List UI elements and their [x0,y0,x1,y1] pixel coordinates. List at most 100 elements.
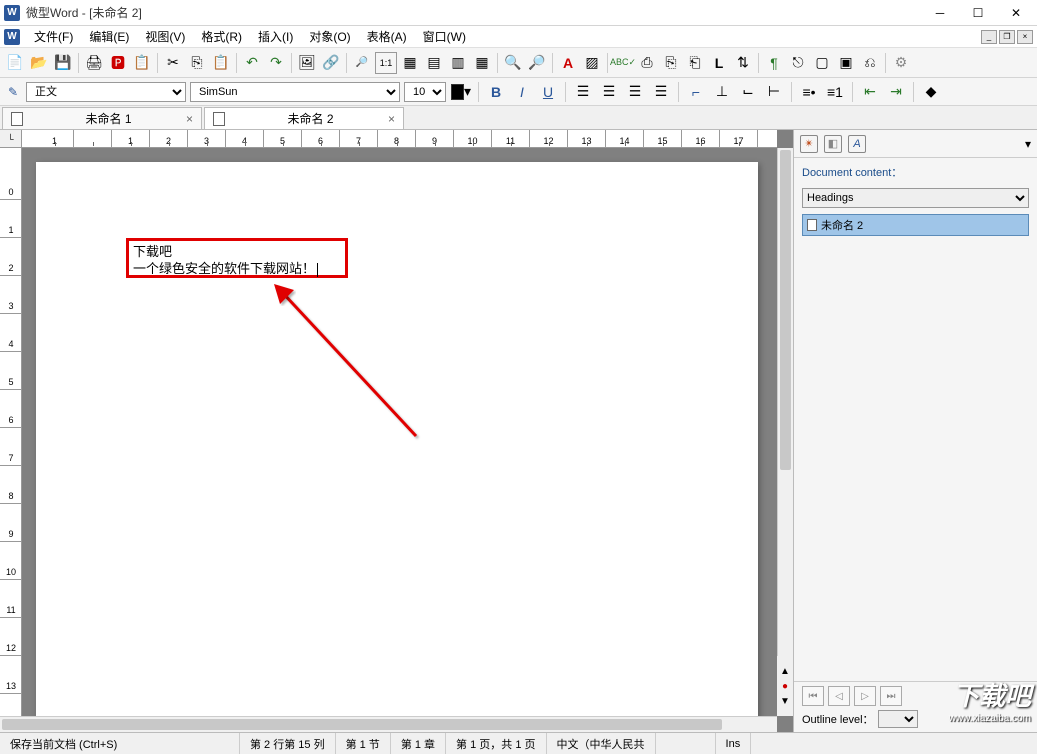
italic-button[interactable]: I [511,81,533,103]
form-button[interactable]: ▦ [399,52,421,74]
page-nav-buttons[interactable]: ▲●▼ [777,656,793,716]
copy-button[interactable]: ⎘ [186,52,208,74]
doc-app-icon[interactable]: W [4,29,20,45]
horizontal-ruler[interactable]: 11234567891011121314151617 [22,130,777,148]
open-button[interactable]: 📂 [28,52,50,74]
document-page[interactable]: 下载吧 一个绿色安全的软件下载网站！ [36,162,758,716]
outline-item[interactable]: 未命名 2 [802,214,1029,236]
valign-mid-button[interactable]: ⊥ [711,81,733,103]
nav-last-button[interactable]: ⏭ [880,686,902,706]
tab-label: 未命名 2 [233,110,388,127]
bold-button[interactable]: B [485,81,507,103]
font-size-select[interactable]: 10 [404,82,446,102]
menu-edit[interactable]: 编辑(E) [81,26,137,47]
insert-link-button[interactable]: 🔗 [320,52,342,74]
align-left-button[interactable]: ☰ [572,81,594,103]
status-page: 第 1 页，共 1 页 [446,733,546,754]
menu-window[interactable]: 窗口(W) [415,26,474,47]
new-button[interactable]: 📄 [4,52,26,74]
valign4-button[interactable]: ⊢ [763,81,785,103]
find-button[interactable]: 🔎 [351,52,373,74]
menu-view[interactable]: 视图(V) [137,26,193,47]
insert-image-button[interactable]: 🖼 [296,52,318,74]
nav-style-icon[interactable]: A [848,135,866,153]
tool4-button[interactable]: ⎋ [787,52,809,74]
font-color-dropdown[interactable]: ▾ [450,81,472,103]
tool-l-button[interactable]: L [708,52,730,74]
zoom-button[interactable]: 🔍 [502,52,524,74]
nav-prev-button[interactable]: ◁ [828,686,850,706]
outline-level-select[interactable] [878,710,918,728]
vertical-scrollbar[interactable] [777,148,793,716]
align-right-button[interactable]: ☰ [624,81,646,103]
valign-bot-button[interactable]: ⌙ [737,81,759,103]
tab-close-icon[interactable]: × [186,112,193,126]
tool5-button[interactable]: ▢ [811,52,833,74]
layout2-button[interactable]: ▥ [447,52,469,74]
menu-table[interactable]: 表格(A) [359,26,415,47]
side-panel-menu-icon[interactable]: ▾ [1025,137,1031,151]
outdent-button[interactable]: ⇤ [859,81,881,103]
save-button[interactable]: 💾 [52,52,74,74]
underline-button[interactable]: U [537,81,559,103]
mdi-close-button[interactable]: × [1017,30,1033,44]
tool6-button[interactable]: ▣ [835,52,857,74]
highlight-button[interactable]: ▨ [581,52,603,74]
status-section: 第 1 节 [336,733,391,754]
valign-top-button[interactable]: ⌐ [685,81,707,103]
tool1-button[interactable]: ⎙ [636,52,658,74]
tool2-button[interactable]: ⎘ [660,52,682,74]
tool7-button[interactable]: ⎌ [859,52,881,74]
menu-insert[interactable]: 插入(I) [250,26,301,47]
export-pdf-button[interactable]: 🅿 [107,52,129,74]
indent-button[interactable]: ⇥ [885,81,907,103]
font-select[interactable]: SimSun [190,82,400,102]
tool-sort-button[interactable]: ⇅ [732,52,754,74]
spellcheck-button[interactable]: ABC✓ [612,52,634,74]
undo-button[interactable]: ↶ [241,52,263,74]
nav-first-button[interactable]: ⏮ [802,686,824,706]
menu-object[interactable]: 对象(O) [301,26,358,47]
cursor-tool-icon[interactable]: ✎ [4,83,22,101]
layout1-button[interactable]: ▤ [423,52,445,74]
number-list-button[interactable]: ≡1 [824,81,846,103]
cut-button[interactable]: ✂ [162,52,184,74]
align-center-button[interactable]: ☰ [598,81,620,103]
menu-file[interactable]: 文件(F) [26,26,81,47]
print-button[interactable]: 🖨 [83,52,105,74]
char-map-button[interactable]: 1:1 [375,52,397,74]
mdi-restore-button[interactable]: ❐ [999,30,1015,44]
maximize-button[interactable]: ☐ [961,2,995,24]
close-button[interactable]: ✕ [999,2,1033,24]
minimize-button[interactable]: ─ [923,2,957,24]
print-preview-button[interactable]: 📋 [131,52,153,74]
tool3-button[interactable]: ⎗ [684,52,706,74]
nav-compass-icon[interactable]: ✴ [800,135,818,153]
paste-button[interactable]: 📋 [210,52,232,74]
layout3-button[interactable]: ▦ [471,52,493,74]
tab-close-icon[interactable]: × [388,112,395,126]
nav-ruler-icon[interactable]: ◧ [824,135,842,153]
settings-button[interactable]: ⚙ [890,52,912,74]
bullet-list-button[interactable]: ≡• [798,81,820,103]
nav-next-button[interactable]: ▷ [854,686,876,706]
status-insert-mode[interactable]: Ins [716,733,752,754]
redo-button[interactable]: ↷ [265,52,287,74]
doc-tab-2[interactable]: 未命名 2 × [204,107,404,129]
document-viewport[interactable]: 下载吧 一个绿色安全的软件下载网站！ [22,148,777,716]
zoom-fit-button[interactable]: 🔎 [526,52,548,74]
align-justify-button[interactable]: ☰ [650,81,672,103]
style-select[interactable]: 正文 [26,82,186,102]
vertical-ruler[interactable]: 012345678910111213 [0,148,22,716]
menubar: W 文件(F) 编辑(E) 视图(V) 格式(R) 插入(I) 对象(O) 表格… [0,26,1037,48]
horizontal-scrollbar[interactable] [0,716,777,732]
mdi-minimize-button[interactable]: _ [981,30,997,44]
para-mark-button[interactable]: ¶ [763,52,785,74]
outline-item-label: 未命名 2 [821,217,863,233]
menu-format[interactable]: 格式(R) [193,26,250,47]
content-type-select[interactable]: Headings [802,188,1029,208]
ruler-corner[interactable]: └ [0,130,22,148]
doc-tab-1[interactable]: 未命名 1 × [2,107,202,129]
font-color-button[interactable]: A [557,52,579,74]
annotation-text-box: 下载吧 一个绿色安全的软件下载网站！ [126,238,348,278]
